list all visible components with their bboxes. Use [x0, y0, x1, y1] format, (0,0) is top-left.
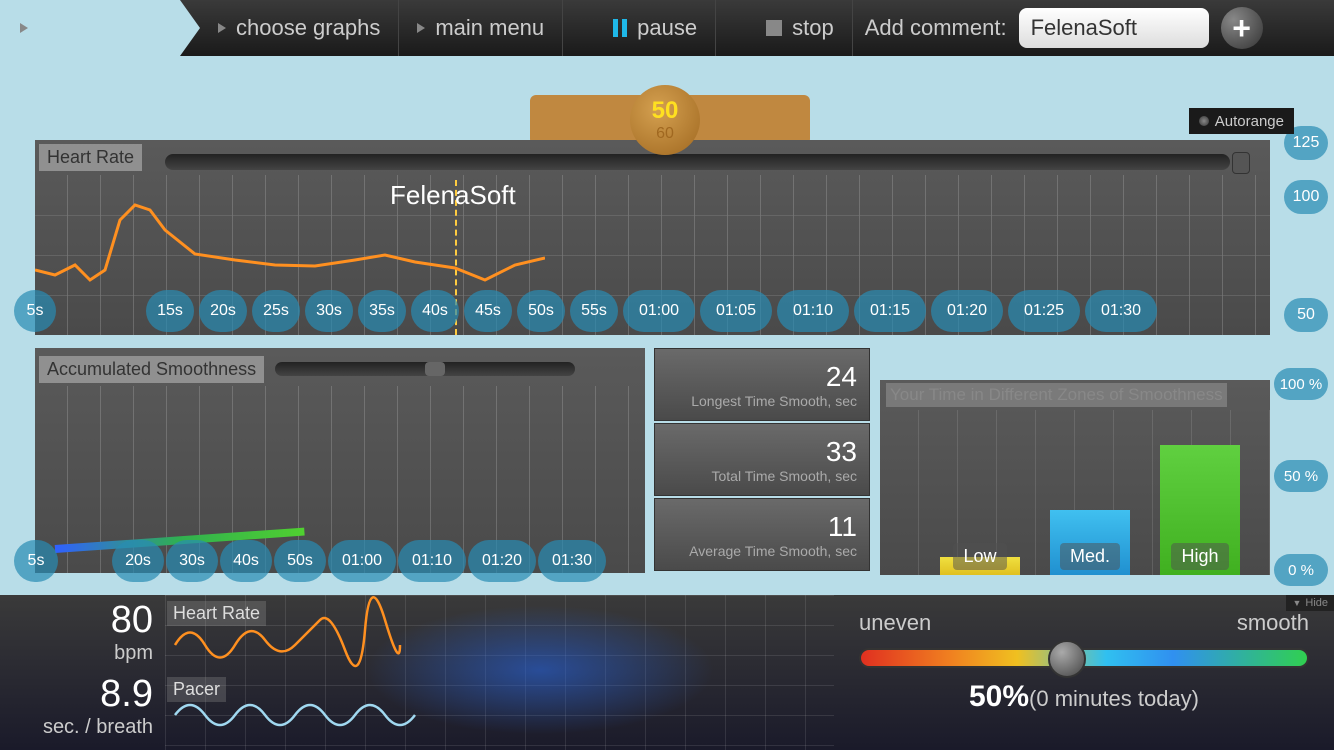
stat-value: 11	[828, 511, 857, 543]
stat-label: Average Time Smooth, sec	[689, 543, 857, 559]
watermark-text: FelenaSoft	[390, 180, 516, 211]
stat-value: 24	[826, 361, 857, 393]
time-tick: 50s	[517, 290, 565, 332]
hr-y-tick: 50	[1284, 298, 1328, 332]
stat-longest: 24 Longest Time Smooth, sec	[654, 348, 870, 421]
radio-icon	[1199, 116, 1209, 126]
choose-graphs-label: choose graphs	[236, 15, 380, 41]
smoothness-slider[interactable]	[859, 648, 1309, 668]
live-waves	[165, 595, 835, 750]
stop-label: stop	[792, 15, 834, 41]
time-tick: 01:30	[1085, 290, 1157, 332]
time-tick: 5s	[14, 290, 56, 332]
stat-total: 33 Total Time Smooth, sec	[654, 423, 870, 496]
stop-icon	[766, 20, 782, 36]
time-tick: 55s	[570, 290, 618, 332]
zone-label: High	[1171, 543, 1228, 570]
time-tick: 30s	[166, 540, 218, 582]
autorange-toggle[interactable]: Autorange	[1189, 108, 1294, 134]
hr-y-tick: 100	[1284, 180, 1328, 214]
zone-label: Med.	[1060, 543, 1120, 570]
time-tick: 01:00	[623, 290, 695, 332]
time-tick: 40s	[411, 290, 459, 332]
slider-thumb[interactable]	[1048, 640, 1086, 678]
hr-time-axis: 5s 15s 20s 25s 30s 35s 40s 45s 50s 55s 0…	[14, 290, 1157, 332]
time-tick: 5s	[14, 540, 58, 582]
pause-icon	[613, 19, 627, 37]
pacer-unit: sec. / breath	[43, 716, 153, 739]
comment-label: Add comment:	[853, 15, 1019, 41]
add-comment-button[interactable]	[1221, 7, 1263, 49]
time-tick: 01:25	[1008, 290, 1080, 332]
time-tick: 01:20	[468, 540, 536, 582]
breathing-value-secondary: 60	[656, 125, 674, 143]
time-tick: 30s	[305, 290, 353, 332]
slider-labels: uneven smooth	[859, 610, 1309, 636]
smoothness-slider-panel: Hide uneven smooth 50%(0 minutes today)	[834, 595, 1334, 750]
bottom-panel: 80 bpm 8.9 sec. / breath Heart Rate Pace…	[0, 595, 1334, 750]
zone-bar-med: Med.	[1050, 510, 1130, 575]
live-wave-panel: Heart Rate Pacer	[165, 595, 834, 750]
zones-chart-title: Your Time in Different Zones of Smoothne…	[886, 383, 1227, 407]
hr-scrollbar[interactable]	[165, 154, 1230, 170]
slider-detail: (0 minutes today)	[1029, 686, 1199, 711]
breathing-indicator: 50 60	[630, 85, 700, 155]
active-tab[interactable]	[0, 0, 180, 56]
stat-value: 33	[826, 436, 857, 468]
zone-bar-high: High	[1160, 445, 1240, 575]
zones-y-tick: 100 %	[1274, 368, 1328, 400]
stop-button[interactable]: stop	[716, 0, 853, 56]
main-menu-button[interactable]: main menu	[399, 0, 563, 56]
pacer-value: 8.9	[100, 673, 153, 716]
chevron-right-icon	[218, 23, 226, 33]
time-tick: 50s	[274, 540, 326, 582]
choose-graphs-button[interactable]: choose graphs	[200, 0, 399, 56]
zone-bar-low: Low	[940, 557, 1020, 575]
toolbar: choose graphs main menu pause stop Add c…	[0, 0, 1334, 56]
slider-pct: 50%	[969, 680, 1029, 713]
slider-readout: 50%(0 minutes today)	[859, 680, 1309, 714]
zone-label: Low	[953, 543, 1006, 570]
breathing-value-primary: 50	[652, 97, 679, 125]
time-tick: 25s	[252, 290, 300, 332]
zones-chart: Your Time in Different Zones of Smoothne…	[880, 380, 1270, 575]
hide-button[interactable]: Hide	[1286, 595, 1334, 611]
time-tick: 01:00	[328, 540, 396, 582]
accum-scrollbar[interactable]	[275, 362, 575, 376]
time-tick: 20s	[199, 290, 247, 332]
time-tick: 01:30	[538, 540, 606, 582]
zones-y-tick: 50 %	[1274, 460, 1328, 492]
time-tick: 01:10	[777, 290, 849, 332]
accum-chart-title: Accumulated Smoothness	[39, 356, 264, 383]
slider-label-right: smooth	[1237, 610, 1309, 636]
time-tick: 01:05	[700, 290, 772, 332]
comment-input[interactable]	[1019, 8, 1209, 48]
time-tick: 35s	[358, 290, 406, 332]
hr-chart-title: Heart Rate	[39, 144, 142, 171]
bottom-readouts: 80 bpm 8.9 sec. / breath	[0, 595, 165, 750]
zones-y-tick: 0 %	[1274, 554, 1328, 586]
hr-unit: bpm	[114, 642, 153, 665]
main-menu-label: main menu	[435, 15, 544, 41]
stat-label: Total Time Smooth, sec	[711, 468, 857, 484]
time-tick: 15s	[146, 290, 194, 332]
time-tick: 20s	[112, 540, 164, 582]
play-icon	[20, 23, 28, 33]
time-tick: 45s	[464, 290, 512, 332]
slider-label-left: uneven	[859, 610, 931, 636]
autorange-label: Autorange	[1215, 113, 1284, 130]
stat-average: 11 Average Time Smooth, sec	[654, 498, 870, 571]
smoothness-stats: 24 Longest Time Smooth, sec 33 Total Tim…	[654, 348, 870, 573]
hr-value: 80	[111, 599, 153, 642]
time-tick: 01:10	[398, 540, 466, 582]
time-tick: 01:20	[931, 290, 1003, 332]
time-tick: 01:15	[854, 290, 926, 332]
pause-label: pause	[637, 15, 697, 41]
time-tick: 40s	[220, 540, 272, 582]
pause-button[interactable]: pause	[563, 0, 716, 56]
accum-time-axis: 5s 20s 30s 40s 50s 01:00 01:10 01:20 01:…	[14, 540, 606, 582]
chevron-right-icon	[417, 23, 425, 33]
stat-label: Longest Time Smooth, sec	[691, 393, 857, 409]
